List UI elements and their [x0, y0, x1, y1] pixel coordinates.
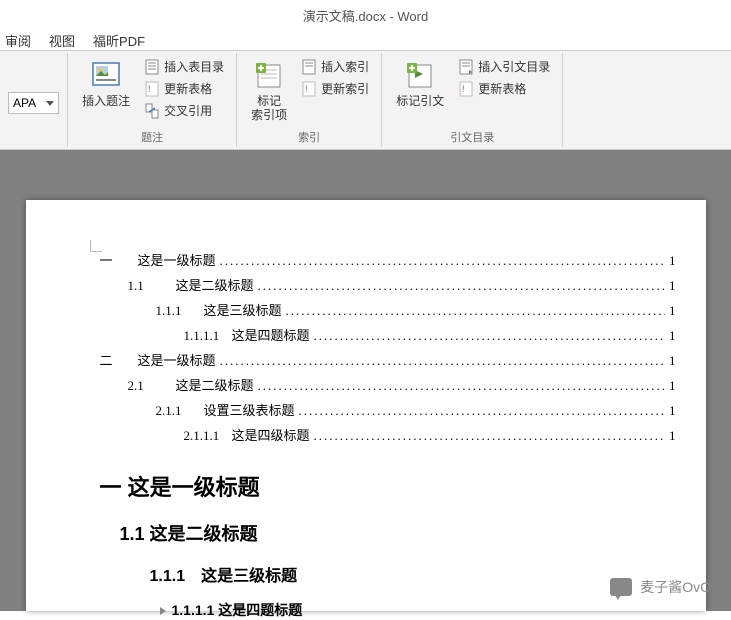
mark-index-button[interactable]: 标记 索引项 [245, 56, 293, 127]
svg-text:!: ! [305, 84, 308, 94]
citation-group: 标记引文 插入引文目录 ! 更新表格 引文目录 [382, 53, 563, 147]
toc-page: 1 [669, 328, 676, 344]
heading-4[interactable]: 1.1.1.1 这是四题标题 [160, 600, 676, 620]
toc-leader: ........................................… [220, 353, 665, 369]
caption-group: 插入题注 插入表目录 ! 更新表格 交叉引用 题注 [68, 53, 237, 147]
watermark-text: 麦子酱OvO [640, 577, 711, 597]
toc-title: 这是二级标题 [176, 275, 254, 294]
index-group: 标记 索引项 插入索引 ! 更新索引 索引 [237, 53, 382, 147]
toc-number: 1.1.1 [156, 303, 204, 319]
mark-index-icon [253, 60, 285, 92]
mark-citation-icon [404, 60, 436, 92]
caption-icon [90, 60, 122, 92]
update-icon: ! [458, 81, 474, 97]
document-icon [144, 59, 160, 75]
mark-citation-label: 标记引文 [396, 94, 444, 108]
menu-bar: 审阅 视图 福昕PDF [0, 30, 731, 50]
menu-review[interactable]: 审阅 [5, 31, 31, 50]
index-group-label: 索引 [245, 127, 373, 145]
document-icon [458, 59, 474, 75]
collapse-triangle-icon[interactable] [160, 607, 166, 615]
toc-page: 1 [669, 278, 676, 294]
document-area[interactable]: 一这是一级标题 ................................… [0, 150, 731, 611]
ribbon: APA 插入题注 插入表目录 ! 更新表格 [0, 50, 731, 150]
margin-marker [90, 240, 102, 252]
insert-figure-list-button[interactable]: 插入表目录 [140, 56, 228, 77]
toc-number: 1.1 [128, 278, 176, 294]
toc-entry[interactable]: 一这是一级标题 ................................… [100, 250, 676, 269]
insert-caption-button[interactable]: 插入题注 [76, 56, 136, 112]
toc-leader: ........................................… [299, 403, 665, 419]
toc-leader: ........................................… [286, 303, 665, 319]
caption-label: 插入题注 [82, 94, 130, 108]
toc-entry[interactable]: 2.1.1设置三级表标题 ...........................… [100, 400, 676, 419]
toc-entry[interactable]: 2.1这是二级标题 ..............................… [100, 375, 676, 394]
update-table-button[interactable]: ! 更新表格 [140, 78, 228, 99]
page[interactable]: 一这是一级标题 ................................… [26, 200, 706, 611]
toc-entry[interactable]: 二这是一级标题 ................................… [100, 350, 676, 369]
toc-leader: ........................................… [220, 253, 665, 269]
toc-leader: ........................................… [314, 328, 665, 344]
toc-title: 这是一级标题 [138, 350, 216, 369]
update-citation-table-button[interactable]: ! 更新表格 [454, 78, 554, 99]
svg-text:!: ! [148, 84, 151, 94]
toc-number: 1.1.1.1 [184, 328, 232, 344]
toc-leader: ........................................… [258, 278, 665, 294]
toc-page: 1 [669, 353, 676, 369]
heading-2[interactable]: 1.1 这是二级标题 [120, 520, 676, 546]
toc-page: 1 [669, 403, 676, 419]
mark-index-label: 标记 索引项 [251, 94, 287, 123]
update-icon: ! [144, 81, 160, 97]
cross-reference-button[interactable]: 交叉引用 [140, 100, 228, 121]
document-title: 演示文稿.docx - Word [303, 6, 428, 25]
watermark: 麦子酱OvO [610, 577, 711, 597]
toc-entry[interactable]: 1.1这是二级标题 ..............................… [100, 275, 676, 294]
citation-style-select[interactable]: APA [8, 92, 59, 114]
style-group: APA [0, 53, 68, 147]
toc-leader: ........................................… [258, 378, 665, 394]
table-of-contents: 一这是一级标题 ................................… [100, 250, 676, 444]
style-value: APA [13, 96, 36, 110]
toc-title: 这是一级标题 [138, 250, 216, 269]
title-bar: 演示文稿.docx - Word [0, 0, 731, 30]
caption-group-label: 题注 [76, 127, 228, 145]
update-index-button[interactable]: ! 更新索引 [297, 78, 373, 99]
toc-page: 1 [669, 428, 676, 444]
toc-page: 1 [669, 303, 676, 319]
wechat-icon [610, 578, 632, 596]
document-icon [301, 59, 317, 75]
toc-entry[interactable]: 1.1.1这是三级标题 ............................… [100, 300, 676, 319]
toc-page: 1 [669, 253, 676, 269]
toc-page: 1 [669, 378, 676, 394]
toc-number: 2.1 [128, 378, 176, 394]
crossref-icon [144, 103, 160, 119]
menu-view[interactable]: 视图 [49, 31, 75, 50]
toc-title: 这是四题标题 [232, 325, 310, 344]
toc-number: 一 [100, 250, 138, 269]
toc-leader: ........................................… [314, 428, 665, 444]
heading-3[interactable]: 1.1.1 这是三级标题 [150, 562, 676, 586]
citation-group-label: 引文目录 [390, 127, 554, 145]
svg-text:!: ! [462, 84, 465, 94]
toc-entry[interactable]: 1.1.1.1这是四题标题 ..........................… [100, 325, 676, 344]
toc-title: 设置三级表标题 [204, 400, 295, 419]
insert-index-button[interactable]: 插入索引 [297, 56, 373, 77]
toc-number: 二 [100, 350, 138, 369]
toc-title: 这是三级标题 [204, 300, 282, 319]
chevron-down-icon [46, 101, 54, 106]
heading-1[interactable]: 一 这是一级标题 [100, 470, 676, 502]
update-icon: ! [301, 81, 317, 97]
menu-foxitpdf[interactable]: 福昕PDF [93, 31, 145, 50]
insert-citation-list-button[interactable]: 插入引文目录 [454, 56, 554, 77]
toc-number: 2.1.1 [156, 403, 204, 419]
toc-entry[interactable]: 2.1.1.1这是四级标题 ..........................… [100, 425, 676, 444]
toc-number: 2.1.1.1 [184, 428, 232, 444]
mark-citation-button[interactable]: 标记引文 [390, 56, 450, 112]
toc-title: 这是四级标题 [232, 425, 310, 444]
toc-title: 这是二级标题 [176, 375, 254, 394]
